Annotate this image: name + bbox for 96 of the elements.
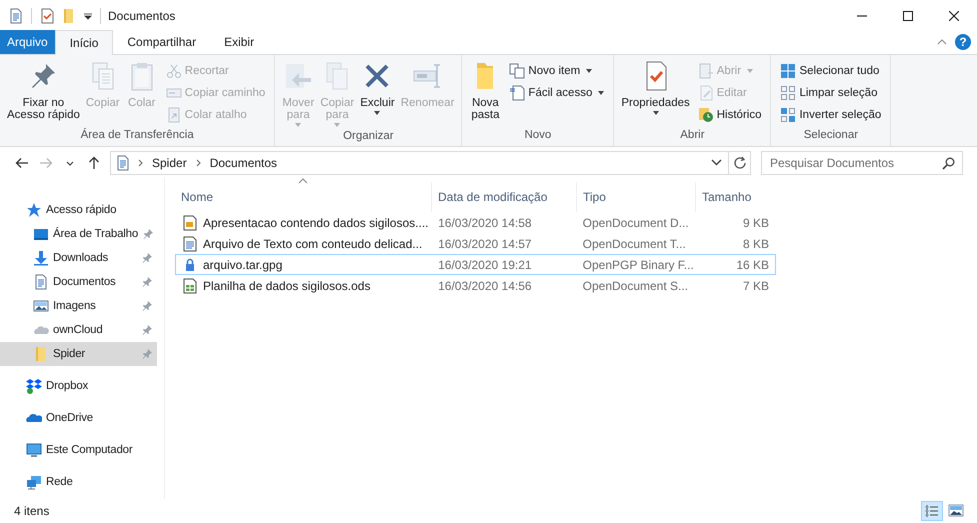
breadcrumb[interactable]: Documentos bbox=[208, 156, 280, 170]
file-row[interactable]: Apresentacao contendo dados sigilosos.... 16/03/2020 14:58 OpenDocument D... 9 KB bbox=[175, 212, 776, 233]
maximize-icon[interactable] bbox=[903, 10, 913, 20]
table-cell-text: 8 KB bbox=[742, 236, 770, 250]
image-icon bbox=[33, 298, 49, 314]
select-all-icon bbox=[780, 63, 796, 79]
sidebar-item[interactable]: Imagens bbox=[0, 294, 157, 318]
view-button[interactable] bbox=[921, 501, 943, 521]
table-cell-text: OpenDocument T... bbox=[582, 236, 687, 250]
download-icon bbox=[33, 250, 49, 266]
item-count: 4 itens bbox=[14, 504, 50, 518]
chevron-down-icon[interactable] bbox=[711, 159, 722, 166]
column-header[interactable]: Nome bbox=[175, 182, 432, 212]
invert-selection-icon bbox=[780, 107, 796, 123]
table-cell-text: OpenDocument S... bbox=[582, 278, 690, 292]
group-label: Área de Transferência bbox=[80, 127, 195, 143]
open-icon bbox=[698, 63, 714, 79]
ribbon-tab[interactable]: Início bbox=[54, 30, 114, 55]
boxes-icon bbox=[26, 378, 42, 394]
shortcut-icon bbox=[166, 107, 182, 123]
column-header[interactable]: Data de modificação bbox=[432, 182, 577, 212]
sidebar-item[interactable]: ownCloud bbox=[0, 318, 157, 342]
ribbon-button[interactable]: Nova pasta bbox=[466, 58, 504, 126]
table-cell-text: 16/03/2020 14:56 bbox=[437, 278, 533, 292]
select-none-icon bbox=[780, 85, 796, 101]
file-name: Apresentacao contendo dados sigilosos.... bbox=[203, 216, 428, 230]
checked-document-icon[interactable] bbox=[39, 8, 55, 24]
edit-icon bbox=[698, 85, 714, 101]
sidebar-item[interactable]: Área de Trabalho bbox=[0, 222, 157, 246]
table-cell-text: 7 KB bbox=[742, 278, 770, 292]
network-icon bbox=[26, 474, 42, 490]
sidebar-item[interactable]: Rede bbox=[0, 466, 157, 498]
ribbon-tab[interactable]: Arquivo bbox=[0, 30, 55, 54]
group-label: Selecionar bbox=[802, 128, 860, 143]
address-bar[interactable]: Spider Documentos bbox=[110, 150, 751, 174]
ribbon-button[interactable]: Inverter seleção bbox=[777, 104, 884, 126]
ribbon-button[interactable]: Limpar seleção bbox=[777, 82, 884, 104]
column-header[interactable]: Tipo bbox=[577, 182, 696, 212]
collapse-icon[interactable] bbox=[937, 38, 947, 46]
document-icon bbox=[33, 274, 49, 290]
new-item-icon bbox=[509, 63, 526, 79]
document-icon bbox=[115, 154, 131, 170]
star-icon bbox=[26, 202, 42, 218]
ribbon-button[interactable]: Selecionar tudo bbox=[777, 60, 884, 82]
close-icon[interactable] bbox=[949, 10, 959, 20]
refresh-icon[interactable] bbox=[732, 156, 746, 170]
ribbon-tab[interactable]: Exibir bbox=[210, 30, 268, 54]
search-field[interactable]: Pesquisar Documentos bbox=[761, 150, 963, 174]
dropdown-icon[interactable] bbox=[83, 10, 93, 20]
document-icon bbox=[182, 214, 198, 230]
file-name: Planilha de dados sigilosos.ods bbox=[203, 278, 370, 292]
table-cell-text: OpenDocument D... bbox=[582, 216, 690, 230]
ribbon-button[interactable]: Novo item bbox=[506, 60, 608, 82]
ribbon-button[interactable]: Fixar no Acesso rápido bbox=[4, 58, 83, 126]
sidebar-item[interactable]: OneDrive bbox=[0, 402, 157, 434]
table-cell-text: 9 KB bbox=[742, 216, 770, 230]
properties-icon[interactable] bbox=[8, 8, 24, 24]
file-row[interactable]: Planilha de dados sigilosos.ods 16/03/2020 14:56 OpenDocument S... 7 KB bbox=[175, 275, 776, 296]
ribbon-button[interactable]: Excluir bbox=[357, 58, 398, 127]
ribbon-button[interactable]: Propriedades bbox=[618, 58, 693, 126]
group-label: Novo bbox=[523, 128, 552, 143]
window-title: Documentos bbox=[108, 8, 176, 22]
sidebar-item[interactable]: Acesso rápido bbox=[0, 198, 157, 222]
ribbon-button[interactable]: Histórico bbox=[694, 104, 764, 126]
history-icon bbox=[698, 107, 714, 123]
ribbon-tab[interactable]: Compartilhar bbox=[113, 30, 210, 54]
details-view-icon bbox=[923, 502, 941, 520]
group-label: Organizar bbox=[342, 129, 395, 144]
table-cell-text: 16/03/2020 14:58 bbox=[437, 216, 533, 230]
spreadsheet-icon bbox=[182, 278, 198, 294]
table-cell-text: 16/03/2020 14:57 bbox=[437, 236, 533, 250]
file-row[interactable]: Arquivo de Texto com conteudo delicad... 16/03/2020 14:57 OpenDocument T... 8 KB bbox=[175, 233, 776, 254]
chevron-icon bbox=[194, 158, 202, 166]
document-icon bbox=[509, 85, 526, 101]
file-row[interactable]: arquivo.tar.gpg 16/03/2020 19:21 OpenPGP Binary F... 16 KB bbox=[175, 254, 776, 275]
table-cell-text: 16 KB bbox=[735, 258, 770, 272]
desktop-icon bbox=[33, 226, 49, 242]
sidebar-item[interactable]: Spider bbox=[0, 342, 157, 366]
breadcrumb[interactable]: Spider bbox=[150, 156, 189, 170]
group-label: Abrir bbox=[679, 128, 706, 143]
sidebar-item[interactable]: Documentos bbox=[0, 270, 157, 294]
monitor-icon bbox=[26, 442, 42, 458]
document-icon bbox=[182, 236, 198, 252]
help-button[interactable]: ? bbox=[955, 34, 971, 50]
search-icon bbox=[942, 156, 955, 170]
sidebar-item[interactable]: Dropbox bbox=[0, 370, 157, 402]
file-name: Arquivo de Texto com conteudo delicad... bbox=[203, 236, 422, 250]
ribbon-button[interactable]: Fácil acesso bbox=[506, 82, 608, 104]
column-header[interactable]: Tamanho bbox=[696, 182, 776, 212]
scissors-icon bbox=[166, 63, 182, 79]
file-name: arquivo.tar.gpg bbox=[203, 258, 282, 272]
sidebar-item[interactable]: Downloads bbox=[0, 246, 157, 270]
sidebar-item[interactable]: Este Computador bbox=[0, 434, 157, 466]
table-cell-text: OpenPGP Binary F... bbox=[582, 258, 695, 272]
table-cell-text: 16/03/2020 19:21 bbox=[437, 258, 533, 272]
chevron-icon bbox=[137, 158, 144, 166]
